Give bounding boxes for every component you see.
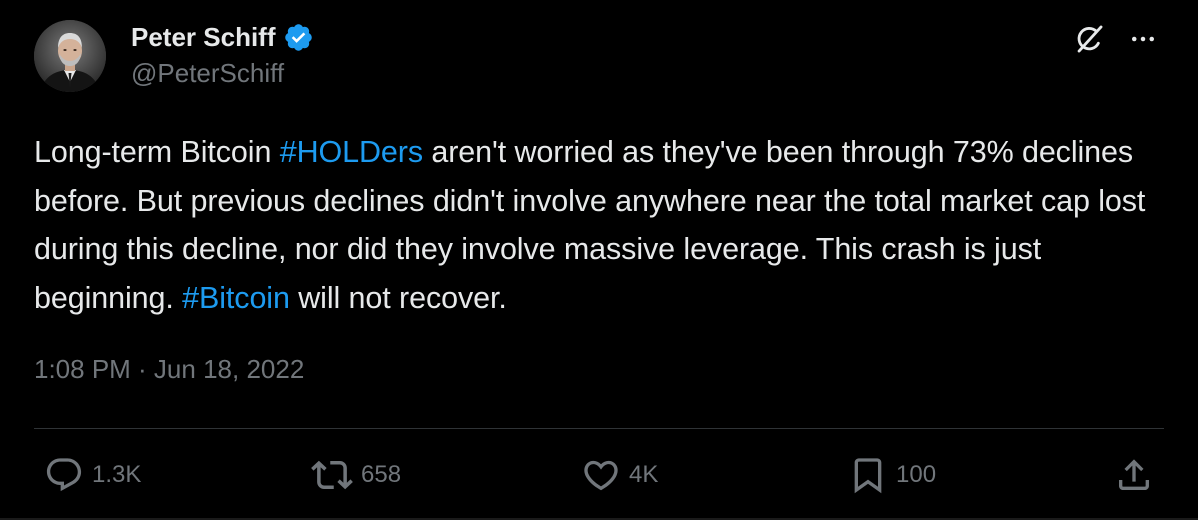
more-icon[interactable] (1128, 24, 1158, 54)
repost-icon (311, 460, 353, 490)
tweet-timestamp[interactable]: 1:08 PM · Jun 18, 2022 (34, 354, 304, 385)
share-icon (1119, 459, 1149, 490)
tweet-text-segment: will not recover. (289, 280, 507, 315)
bookmark-count: 100 (896, 461, 937, 488)
author-name-row: Peter Schiff (131, 18, 314, 56)
divider (34, 428, 1164, 429)
bookmark-button[interactable]: 100 (848, 450, 936, 500)
repost-count: 658 (361, 461, 402, 488)
like-button[interactable]: 4K (581, 450, 658, 500)
reply-button[interactable]: 1.3K (44, 450, 141, 500)
grok-icon[interactable] (1072, 22, 1106, 56)
action-bar: 1.3K 658 4K 100 (0, 450, 1198, 500)
hashtag-link-bitcoin[interactable]: #Bitcoin (182, 281, 290, 315)
bookmark-icon (854, 458, 882, 494)
repost-button[interactable]: 658 (311, 450, 401, 500)
like-icon (584, 460, 618, 491)
display-name[interactable]: Peter Schiff (131, 22, 276, 53)
reply-count: 1.3K (92, 461, 142, 488)
avatar[interactable] (34, 20, 106, 92)
tweet-text: Long-term Bitcoin #HOLDers aren't worrie… (34, 128, 1169, 322)
header-actions (1072, 22, 1158, 56)
author-handle[interactable]: @PeterSchiff (131, 58, 284, 89)
tweet-card: Peter Schiff @PeterSchiff Long-term Bitc… (0, 0, 1198, 520)
verified-badge-icon (284, 23, 312, 51)
hashtag-link-holders[interactable]: #HOLDers (280, 135, 423, 169)
like-count: 4K (629, 461, 659, 488)
tweet-text-segment: Long-term Bitcoin (34, 135, 280, 169)
reply-icon (46, 458, 82, 492)
share-button[interactable] (1114, 450, 1154, 500)
